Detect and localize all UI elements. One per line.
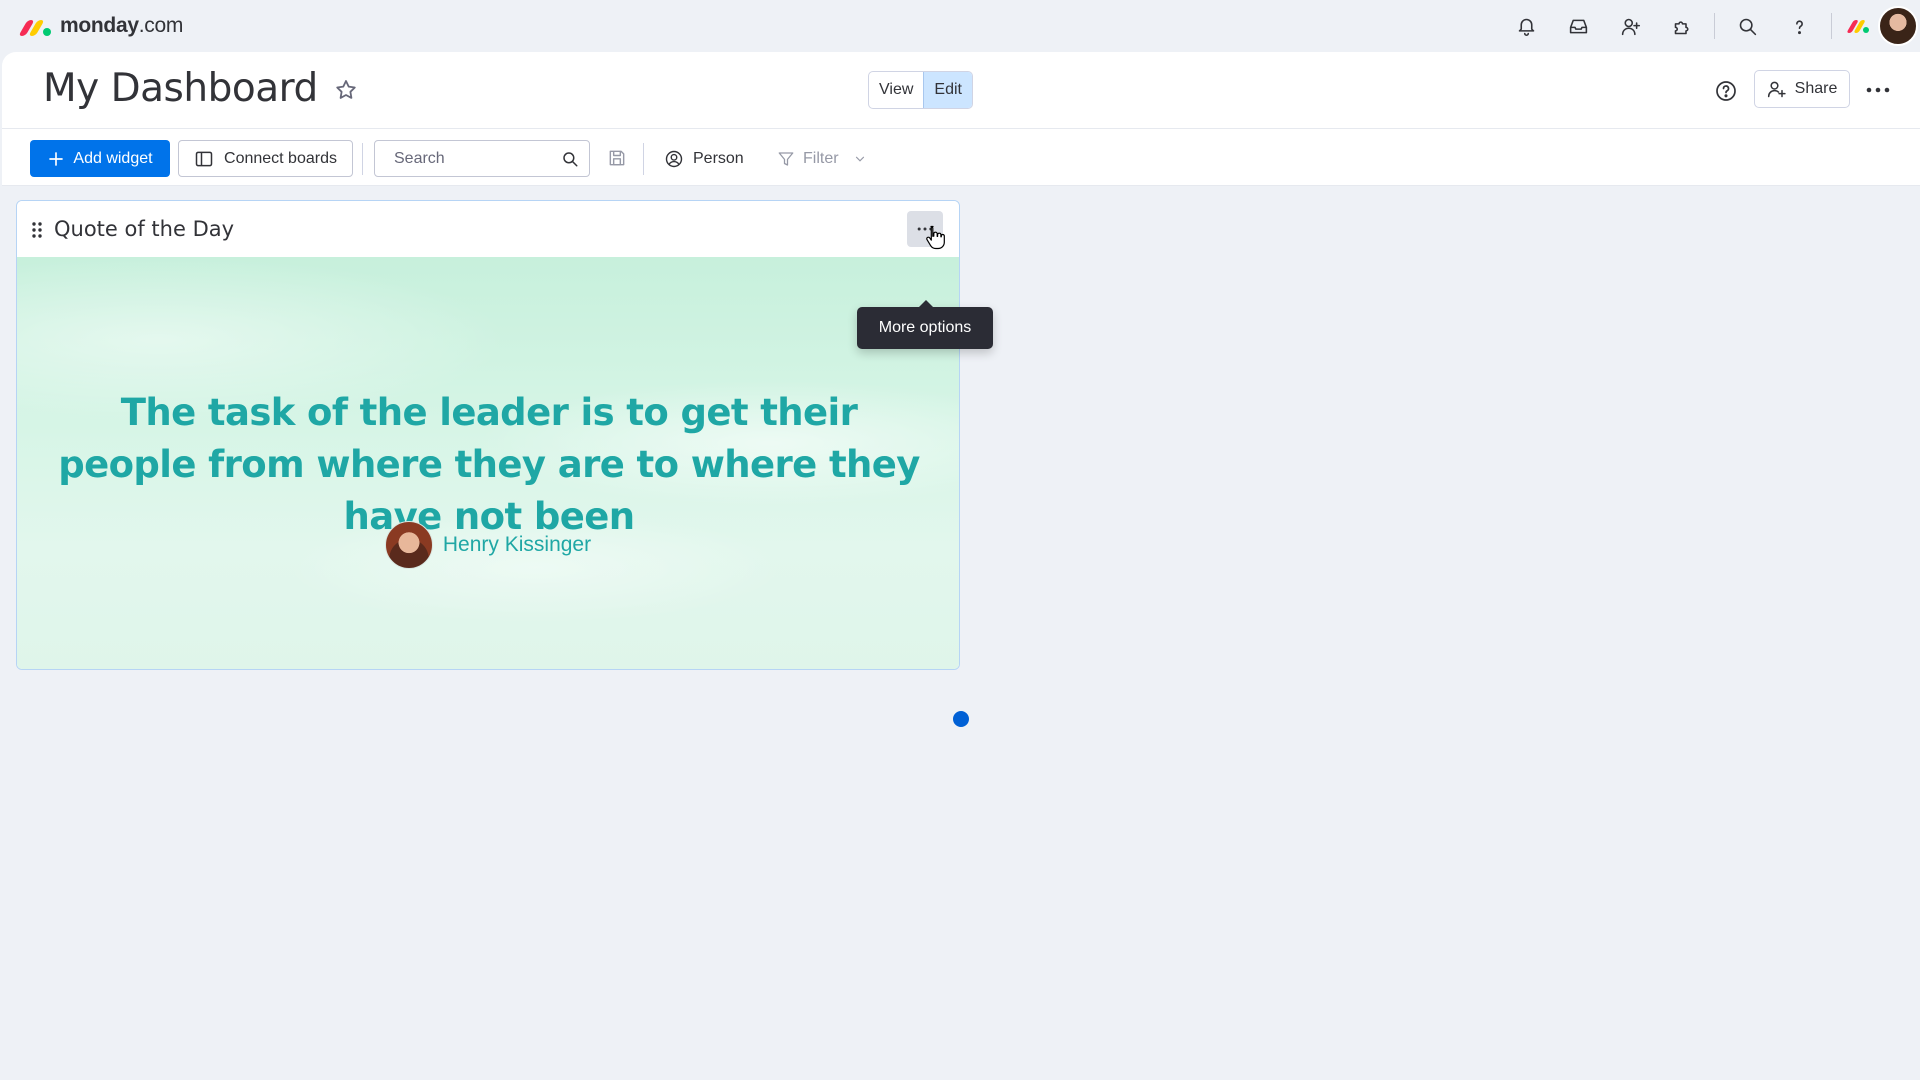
top-bar: monday.com [0,0,1920,52]
brand-name: monday.com [60,14,184,37]
widget-header: Quote of the Day [17,201,959,257]
quote-widget: Quote of the Day The task of the leader … [16,200,960,670]
dashboard-toolbar: Add widget Connect boards Person Filter [2,128,1920,186]
notifications-button[interactable] [1500,0,1552,52]
help-button[interactable] [1773,0,1825,52]
share-person-icon [1767,81,1786,98]
search-button[interactable] [1721,0,1773,52]
invite-members-icon [1621,18,1640,35]
add-widget-button[interactable]: Add widget [30,140,170,177]
filter-button[interactable]: Filter [777,140,867,177]
quote-content: The task of the leader is to get their p… [17,257,959,669]
user-avatar[interactable] [1878,6,1918,46]
monday-logo[interactable]: monday.com [18,14,184,38]
plus-icon [49,151,64,166]
connect-boards-label: Connect boards [224,149,337,167]
dashboard-help-icon[interactable] [1714,79,1738,103]
hand-cursor-icon [926,225,945,250]
top-separator [1831,13,1832,39]
inbox-icon [1569,19,1587,33]
search-box [374,140,590,177]
monday-mini-logo-icon [1847,20,1869,33]
more-options-icon[interactable] [1864,78,1892,102]
person-label: Person [693,149,744,167]
toolbar-separator [362,143,363,175]
dashboard-header: My Dashboard View Edit Share [2,52,1920,128]
filter-label: Filter [803,149,839,167]
view-edit-toggle: View Edit [868,71,973,109]
chevron-down-icon [855,156,864,162]
dashboard-panel: My Dashboard View Edit Share Add widget … [2,52,1920,1080]
top-icons [1500,0,1920,52]
bell-icon [1518,18,1534,36]
edit-mode-button[interactable]: Edit [923,72,972,108]
share-label: Share [1794,80,1838,97]
invite-members-button[interactable] [1604,0,1656,52]
person-circle-icon [665,150,683,167]
search-icon [1739,18,1756,35]
more-options-tooltip: More options [857,300,993,349]
board-icon [195,151,213,166]
author-avatar [384,521,433,569]
share-button[interactable]: Share [1754,70,1850,108]
search-input[interactable] [394,141,554,176]
inbox-button[interactable] [1552,0,1604,52]
apps-icon [1674,20,1688,34]
widget-resize-handle[interactable] [951,709,971,729]
help-icon [1795,20,1803,34]
add-widget-label: Add widget [73,149,153,167]
view-mode-button[interactable]: View [869,72,923,108]
toolbar-separator [643,143,644,175]
monday-logo-icon [18,15,52,37]
star-icon[interactable] [334,78,358,102]
search-icon[interactable] [561,150,579,168]
person-filter-button[interactable]: Person [662,140,746,177]
widget-title: Quote of the Day [54,217,235,241]
filter-icon [778,151,794,166]
product-switcher-button[interactable] [1838,6,1878,46]
author-name: Henry Kissinger [442,533,592,556]
connect-boards-button[interactable]: Connect boards [178,140,353,177]
quote-text: The task of the leader is to get their p… [58,391,920,538]
top-separator [1714,13,1715,39]
drag-handle-icon[interactable] [31,221,43,239]
page-title[interactable]: My Dashboard [43,66,318,111]
apps-button[interactable] [1656,0,1708,52]
quote-author: Henry Kissinger [17,521,959,569]
save-icon[interactable] [607,148,627,168]
